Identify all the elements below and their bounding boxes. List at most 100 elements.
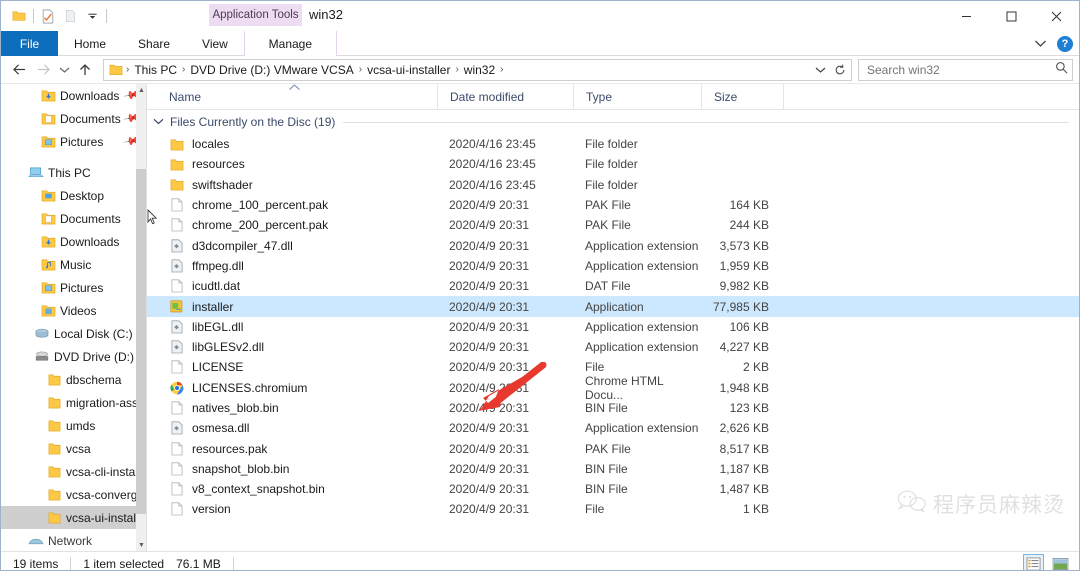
- sidebar-item-migration-assistant[interactable]: migration-assis: [1, 391, 147, 414]
- status-selection-count: 1 item selected: [83, 556, 165, 571]
- sidebar-item-vcsa-ui-installer[interactable]: vcsa-ui-installe: [1, 506, 147, 529]
- up-button[interactable]: [73, 58, 97, 82]
- folder-download-icon: [39, 88, 57, 104]
- new-folder-icon[interactable]: [59, 5, 81, 27]
- table-row[interactable]: swiftshader 2020/4/16 23:45 File folder: [147, 175, 1079, 195]
- sidebar-item-documents-quick[interactable]: Documents 📌: [1, 107, 147, 130]
- table-row[interactable]: installer 2020/4/9 20:31 Application 77,…: [147, 296, 1079, 317]
- table-row[interactable]: resources 2020/4/16 23:45 File folder: [147, 154, 1079, 174]
- breadcrumb-item-dvd-drive[interactable]: DVD Drive (D:) VMware VCSA: [186, 63, 357, 77]
- table-row[interactable]: libGLESv2.dll 2020/4/9 20:31 Application…: [147, 337, 1079, 357]
- table-row[interactable]: version 2020/4/9 20:31 File 1 KB: [147, 499, 1079, 519]
- breadcrumb-item-win32[interactable]: win32: [460, 63, 499, 77]
- table-row[interactable]: chrome_200_percent.pak 2020/4/9 20:31 PA…: [147, 215, 1079, 235]
- tab-home[interactable]: Home: [58, 31, 122, 56]
- table-row[interactable]: libEGL.dll 2020/4/9 20:31 Application ex…: [147, 317, 1079, 337]
- breadcrumb-sep-4[interactable]: ›: [499, 64, 504, 75]
- minimize-button[interactable]: [944, 1, 989, 31]
- tab-share[interactable]: Share: [122, 31, 186, 56]
- group-header-label: Files Currently on the Disc (19): [170, 115, 336, 129]
- search-icon[interactable]: [1055, 61, 1068, 79]
- file-name-cell: LICENSE: [147, 357, 437, 377]
- refresh-icon[interactable]: [830, 60, 849, 80]
- column-header-date-modified[interactable]: Date modified: [437, 84, 573, 110]
- breadcrumb[interactable]: › This PC › DVD Drive (D:) VMware VCSA ›…: [103, 58, 852, 81]
- file-type-cell: Application extension: [585, 421, 699, 436]
- sidebar-item-dbschema[interactable]: dbschema: [1, 368, 147, 391]
- details-view-button[interactable]: [1023, 554, 1044, 570]
- table-row[interactable]: ffmpeg.dll 2020/4/9 20:31 Application ex…: [147, 256, 1079, 276]
- tab-manage[interactable]: Manage: [243, 31, 337, 56]
- file-date-cell: 2020/4/9 20:31: [449, 380, 530, 395]
- search-input[interactable]: [867, 62, 1055, 77]
- sidebar-item-vcsa-cli-installer[interactable]: vcsa-cli-installe: [1, 460, 147, 483]
- sidebar-item-pictures-quick[interactable]: Pictures 📌: [1, 130, 147, 153]
- maximize-button[interactable]: [989, 1, 1034, 31]
- this-pc-icon: [27, 165, 45, 181]
- status-item-count: 19 items: [13, 556, 59, 571]
- file-size-cell: 1,487 KB: [719, 482, 769, 497]
- chevron-down-icon[interactable]: [81, 5, 103, 27]
- chevron-down-icon[interactable]: [153, 117, 164, 127]
- sidebar-item-network[interactable]: Network: [1, 529, 147, 551]
- file-size-cell: 1,948 KB: [719, 380, 769, 395]
- sidebar-item-local-disk-c[interactable]: Local Disk (C:): [1, 322, 147, 345]
- table-row[interactable]: natives_blob.bin 2020/4/9 20:31 BIN File…: [147, 398, 1079, 418]
- sidebar-label: Pictures: [60, 280, 104, 295]
- sidebar-item-downloads-quick[interactable]: Downloads 📌: [1, 84, 147, 107]
- sidebar-item-this-pc[interactable]: This PC: [1, 161, 147, 184]
- table-row[interactable]: chrome_100_percent.pak 2020/4/9 20:31 PA…: [147, 195, 1079, 215]
- sidebar-item-umds[interactable]: umds: [1, 414, 147, 437]
- group-header-files-on-disc[interactable]: Files Currently on the Disc (19): [147, 110, 1079, 134]
- status-divider-2: [232, 557, 234, 570]
- sidebar-label: Local Disk (C:): [54, 326, 133, 341]
- back-button[interactable]: [7, 58, 31, 82]
- sidebar-item-dvd-drive[interactable]: DVD Drive (D:) V: [1, 345, 147, 368]
- file-date-cell: 2020/4/9 20:31: [449, 238, 530, 253]
- sidebar-item-desktop[interactable]: Desktop: [1, 184, 147, 207]
- tab-view[interactable]: View: [186, 31, 244, 56]
- forward-button[interactable]: [31, 58, 55, 82]
- table-row[interactable]: locales 2020/4/16 23:45 File folder: [147, 134, 1079, 154]
- table-row[interactable]: LICENSES.chromium 2020/4/9 20:31 Chrome …: [147, 374, 1079, 402]
- table-row[interactable]: v8_context_snapshot.bin 2020/4/9 20:31 B…: [147, 479, 1079, 499]
- breadcrumb-item-vcsa-ui-installer[interactable]: vcsa-ui-installer: [363, 63, 454, 77]
- file-name-cell: chrome_100_percent.pak: [147, 195, 437, 215]
- table-row[interactable]: snapshot_blob.bin 2020/4/9 20:31 BIN Fil…: [147, 459, 1079, 479]
- folder-icon[interactable]: [8, 5, 30, 27]
- sidebar-item-downloads[interactable]: Downloads: [1, 230, 147, 253]
- close-button[interactable]: [1034, 1, 1079, 31]
- column-header-blank[interactable]: [783, 84, 1079, 110]
- help-icon[interactable]: ?: [1057, 35, 1073, 52]
- sidebar-item-pictures[interactable]: Pictures: [1, 276, 147, 299]
- file-name: libEGL.dll: [192, 319, 244, 334]
- breadcrumb-item-this-pc[interactable]: This PC: [130, 63, 181, 77]
- sidebar-item-videos[interactable]: Videos: [1, 299, 147, 322]
- recent-locations-icon[interactable]: [55, 58, 73, 82]
- table-row[interactable]: resources.pak 2020/4/9 20:31 PAK File 8,…: [147, 438, 1079, 458]
- large-icons-view-button[interactable]: [1050, 554, 1071, 570]
- table-row[interactable]: d3dcompiler_47.dll 2020/4/9 20:31 Applic…: [147, 235, 1079, 255]
- address-dropdown-icon[interactable]: [811, 60, 830, 80]
- file-type-cell: PAK File: [585, 218, 631, 233]
- sidebar-item-vcsa-converge[interactable]: vcsa-converge-: [1, 483, 147, 506]
- column-header-type[interactable]: Type: [573, 84, 701, 110]
- file-date-cell: 2020/4/9 20:31: [449, 360, 530, 375]
- file-name: chrome_200_percent.pak: [192, 218, 329, 233]
- tab-file[interactable]: File: [1, 31, 58, 56]
- file-type-cell: Application: [585, 299, 644, 314]
- table-row[interactable]: osmesa.dll 2020/4/9 20:31 Application ex…: [147, 418, 1079, 438]
- sidebar-item-music[interactable]: Music: [1, 253, 147, 276]
- sidebar-item-vcsa[interactable]: vcsa: [1, 437, 147, 460]
- sidebar-item-documents[interactable]: Documents: [1, 207, 147, 230]
- table-row[interactable]: icudtl.dat 2020/4/9 20:31 DAT File 9,982…: [147, 276, 1079, 296]
- search-box[interactable]: [858, 58, 1073, 81]
- expand-ribbon-icon[interactable]: [1034, 35, 1047, 53]
- file-size-cell: 244 KB: [729, 218, 769, 233]
- properties-icon[interactable]: [37, 5, 59, 27]
- column-header-size[interactable]: Size: [701, 84, 783, 110]
- folder-pictures-icon: [39, 134, 57, 150]
- file-name: natives_blob.bin: [192, 401, 279, 415]
- file-name-cell: installer: [147, 297, 437, 317]
